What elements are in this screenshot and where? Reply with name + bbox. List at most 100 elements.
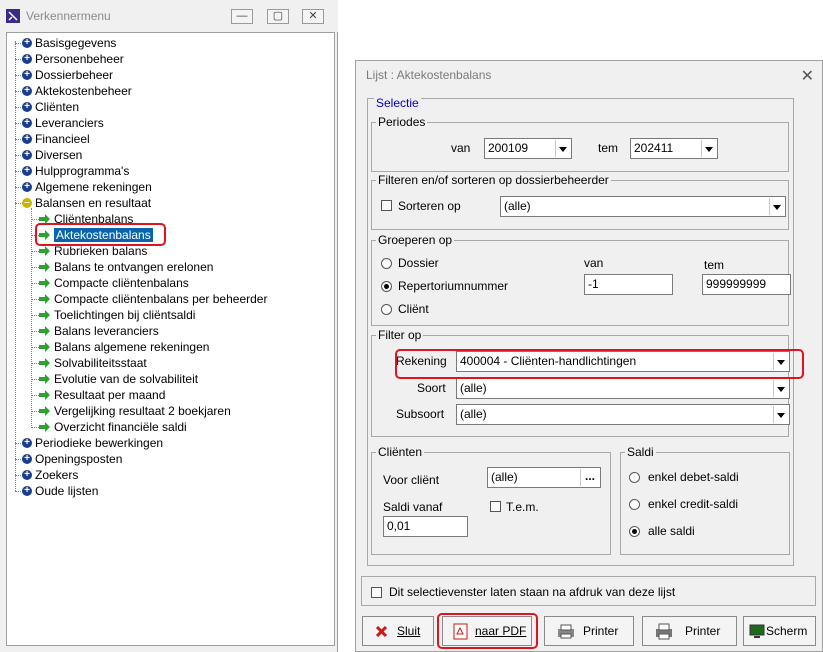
tree-item-label: Personenbeheer (35, 52, 124, 66)
tree-item[interactable]: + Diversen (22, 147, 82, 163)
tree-item-label: Leveranciers (35, 116, 104, 130)
selectie-label: Selectie (374, 96, 421, 110)
arrow-right-icon (39, 421, 50, 432)
periode-van-select[interactable]: 200109 (484, 138, 572, 159)
tree-item[interactable]: Balans algemene rekeningen (39, 339, 209, 355)
close-button[interactable]: ✕ (302, 9, 324, 24)
tree-item[interactable]: + Dossierbeheer (22, 67, 113, 83)
tree-item[interactable]: + Zoekers (22, 467, 78, 483)
maximize-button[interactable]: ▢ (267, 9, 289, 24)
saldi-option-debet: enkel debet-saldi (648, 470, 739, 484)
chevron-down-icon[interactable] (555, 140, 570, 157)
minimize-button[interactable]: — (231, 9, 253, 24)
group-van-input[interactable]: -1 (584, 274, 673, 295)
sort-select[interactable]: (alle) (500, 196, 786, 217)
chevron-down-icon[interactable] (773, 380, 788, 397)
tree-item[interactable]: Vergelijking resultaat 2 boekjaren (39, 403, 231, 419)
tree-connector (31, 251, 39, 252)
dialog-titlebar: Lijst : Aktekostenbalans ✕ (356, 61, 822, 89)
dialog-close-icon[interactable]: ✕ (801, 66, 814, 86)
group-radio-client[interactable] (381, 304, 392, 315)
expand-plus-icon: + (22, 469, 32, 480)
voor-client-input[interactable]: (alle) ... (487, 467, 601, 488)
tree-item[interactable]: + Aktekostenbeheer (22, 83, 132, 99)
tree-item[interactable]: + Openingsposten (22, 451, 122, 467)
saldi-option-credit: enkel credit-saldi (648, 497, 739, 511)
chevron-down-icon[interactable] (773, 406, 788, 423)
tree-item[interactable]: Overzicht financiële saldi (39, 419, 187, 435)
tree-item[interactable]: + Oude lijsten (22, 483, 98, 499)
tree-item-label: Overzicht financiële saldi (54, 420, 187, 434)
group-radio-dossier[interactable] (381, 258, 392, 269)
tree-item[interactable]: Compacte cliëntenbalans (39, 275, 189, 291)
scherm-button[interactable]: Scherm (743, 616, 816, 646)
tree-item-label: Compacte cliëntenbalans (54, 276, 189, 290)
saldi-radio-debet[interactable] (629, 472, 640, 483)
subsoort-select[interactable]: (alle) (456, 404, 790, 425)
tree-item[interactable]: + Hulpprogramma's (22, 163, 129, 179)
tree-item[interactable]: + Algemene rekeningen (22, 179, 152, 195)
arrow-right-icon (39, 261, 50, 272)
tree-item[interactable]: + Periodieke bewerkingen (22, 435, 163, 451)
tree-item[interactable]: Compacte cliëntenbalans per beheerder (39, 291, 267, 307)
expand-plus-icon: + (22, 133, 32, 144)
menu-tree: + Basisgegevens + Personenbeheer + Dossierbeh… (6, 32, 335, 646)
tree-item-label: Algemene rekeningen (35, 180, 152, 194)
tree-item[interactable]: Evolutie van de solvabiliteit (39, 371, 198, 387)
saldi-radio-credit[interactable] (629, 499, 640, 510)
group-tem-input[interactable]: 999999999 (702, 274, 791, 295)
voor-client-value: (alle) (491, 470, 518, 484)
app-icon (6, 9, 20, 23)
saldi-radio-alle[interactable] (629, 526, 640, 537)
printer-setup-icon (656, 623, 672, 640)
tree-item[interactable]: + Leveranciers (22, 115, 104, 131)
subsoort-label: Subsoort (396, 407, 445, 421)
browse-button[interactable]: ... (580, 469, 599, 486)
tree-item[interactable]: Toelichtingen bij cliëntsaldi (39, 307, 195, 323)
tree-item[interactable]: + Cliënten (22, 99, 79, 115)
tree-item-label: Balans leveranciers (54, 324, 159, 338)
tree-item-label: Basisgegevens (35, 36, 117, 50)
periode-van-label: van (451, 141, 471, 155)
dialog-title: Lijst : Aktekostenbalans (366, 68, 492, 82)
tree-item-label: Cliënten (35, 100, 80, 114)
tree-item[interactable]: + Personenbeheer (22, 51, 124, 67)
keep-open-checkbox[interactable] (371, 587, 382, 598)
selectie-group: Selectie Periodes van 200109 tem 202411 … (367, 96, 804, 566)
expand-plus-icon: + (22, 85, 32, 96)
tree-item[interactable]: Resultaat per maand (39, 387, 165, 403)
saldi-vanaf-input[interactable]: 0,01 (383, 516, 468, 537)
subsoort-value: (alle) (460, 407, 487, 421)
tree-item[interactable]: Solvabiliteitsstaat (39, 355, 147, 371)
tree-item-label: Periodieke bewerkingen (35, 436, 164, 450)
printer-button-2[interactable]: Printer (642, 616, 737, 646)
arrow-right-icon (39, 389, 50, 400)
tem-checkbox[interactable] (490, 501, 501, 512)
chevron-down-icon[interactable] (701, 140, 716, 157)
group-radio-repertorium[interactable] (381, 281, 392, 292)
tree-item[interactable]: + Financieel (22, 131, 90, 147)
tree-item[interactable]: Balans te ontvangen erelonen (39, 259, 213, 275)
tree-item-label: Toelichtingen bij cliëntsaldi (54, 308, 196, 322)
arrow-right-icon (39, 325, 50, 336)
keep-open-label: Dit selectievenster laten staan na afdru… (389, 585, 676, 599)
tree-item[interactable]: – Balansen en resultaat (22, 195, 151, 211)
arrow-right-icon (39, 277, 50, 288)
sluit-label: Sluit (397, 624, 421, 638)
sort-checkbox[interactable] (381, 200, 392, 211)
tree-item-label: Rubrieken balans (54, 244, 148, 258)
tree-item-label: Financieel (35, 132, 90, 146)
filter-op-label: Filter op (376, 328, 424, 342)
periode-tem-select[interactable]: 202411 (630, 138, 718, 159)
printer-button-1[interactable]: Printer (544, 616, 634, 646)
sluit-button[interactable]: Sluit (362, 616, 434, 646)
chevron-down-icon[interactable] (769, 198, 784, 215)
tree-item[interactable]: Balans leveranciers (39, 323, 159, 339)
tree-connector (31, 283, 39, 284)
tree-item[interactable]: Rubrieken balans (39, 243, 147, 259)
arrow-right-icon (39, 293, 50, 304)
tree-item-label: Openingsposten (35, 452, 123, 466)
tree-item[interactable]: + Basisgegevens (22, 35, 116, 51)
tree-connector (31, 395, 39, 396)
soort-select[interactable]: (alle) (456, 378, 790, 399)
